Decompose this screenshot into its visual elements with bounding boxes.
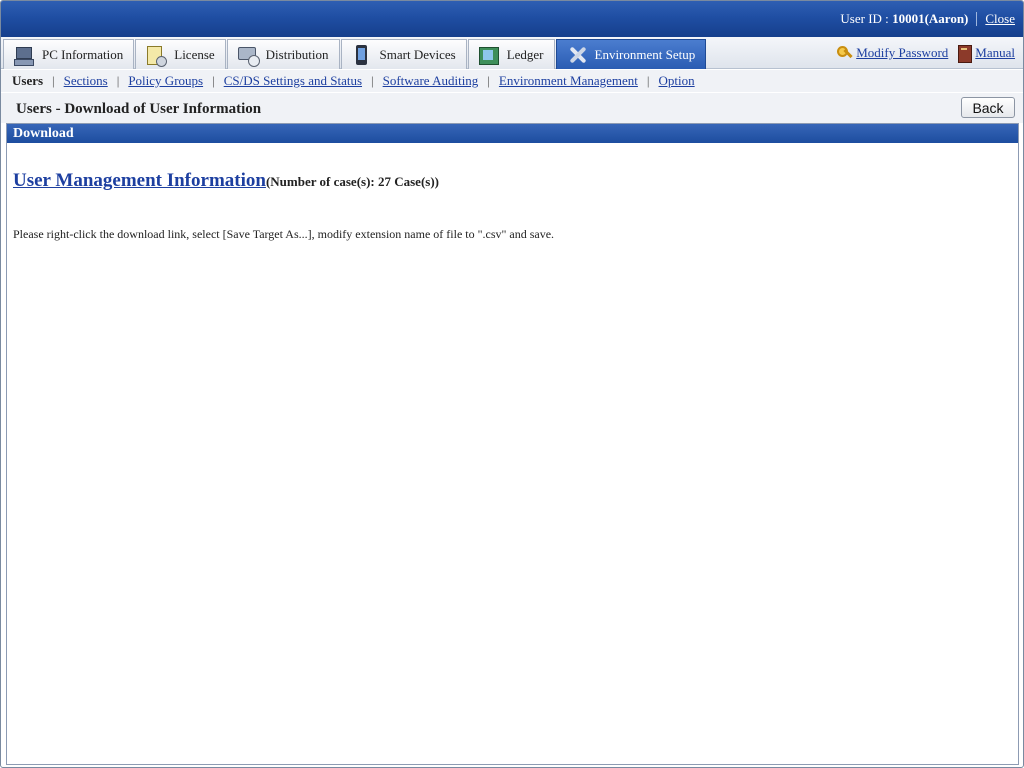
close-link[interactable]: Close [985, 11, 1015, 27]
page-header: Users - Download of User Information Bac… [1, 93, 1023, 123]
tab-label: Distribution [265, 46, 329, 62]
user-id-label: User ID : [840, 11, 893, 26]
tab-ledger[interactable]: Ledger [467, 39, 555, 69]
subnav-current-users: Users [12, 73, 44, 88]
tab-distribution[interactable]: Distribution [226, 39, 340, 69]
user-id-text: User ID : 10001(Aaron) [840, 11, 968, 27]
panel-header: Download [7, 124, 1018, 143]
subnav-policy-groups[interactable]: Policy Groups [128, 73, 203, 89]
sub-navigation: Users | Sections | Policy Groups | CS/DS… [1, 70, 1023, 92]
divider: | [52, 73, 55, 88]
user-info: User ID : 10001(Aaron) Close [840, 11, 1015, 27]
key-icon [837, 45, 853, 61]
tab-label: Ledger [506, 46, 544, 62]
subnav-sections[interactable]: Sections [64, 73, 108, 89]
download-panel: Download User Management Information (Nu… [6, 123, 1019, 765]
tab-label: Smart Devices [379, 46, 456, 62]
app-window: User ID : 10001(Aaron) Close PC Informat… [0, 0, 1024, 768]
tab-smart-devices[interactable]: Smart Devices [340, 39, 467, 69]
smart-device-icon [350, 44, 374, 66]
subnav-csds-settings[interactable]: CS/DS Settings and Status [224, 73, 362, 89]
user-management-download-link[interactable]: User Management Information [13, 170, 266, 192]
subnav-option[interactable]: Option [659, 73, 695, 89]
tab-pc-information[interactable]: PC Information [3, 39, 135, 69]
top-banner: User ID : 10001(Aaron) Close [1, 1, 1023, 37]
divider: | [116, 73, 120, 88]
tab-label: PC Information [42, 46, 124, 62]
tab-label: License [174, 46, 215, 62]
case-count: (Number of case(s): 27 Case(s)) [265, 174, 440, 189]
divider: | [487, 73, 490, 88]
main-tab-bar: PC Information License Distribution Smar… [1, 37, 1023, 69]
subnav-software-auditing[interactable]: Software Auditing [383, 73, 479, 89]
license-icon [144, 44, 168, 67]
distribution-icon [236, 44, 260, 67]
modify-password-link[interactable]: Modify Password [856, 45, 948, 61]
download-line: User Management Information (Number of c… [13, 170, 1012, 192]
divider: | [371, 73, 374, 88]
download-instruction: Please right-click the download link, se… [13, 227, 555, 241]
back-button[interactable]: Back [961, 97, 1015, 118]
page-title: Users - Download of User Information [16, 101, 262, 117]
divider: | [212, 73, 215, 88]
tools-icon [565, 44, 589, 66]
tab-environment-setup[interactable]: Environment Setup [555, 39, 707, 69]
book-icon [956, 45, 973, 63]
divider: | [646, 73, 650, 88]
pc-icon [12, 44, 36, 66]
tab-label: Environment Setup [594, 46, 696, 62]
tab-license[interactable]: License [135, 39, 226, 69]
panel-body: User Management Information (Number of c… [7, 170, 1018, 242]
user-id-value: 10001(Aaron) [892, 11, 969, 26]
ledger-icon [477, 44, 501, 66]
manual-link[interactable]: Manual [975, 45, 1015, 61]
divider [976, 12, 978, 26]
subnav-environment-management[interactable]: Environment Management [499, 73, 638, 89]
top-right-links: Modify Password Manual [837, 45, 1015, 63]
